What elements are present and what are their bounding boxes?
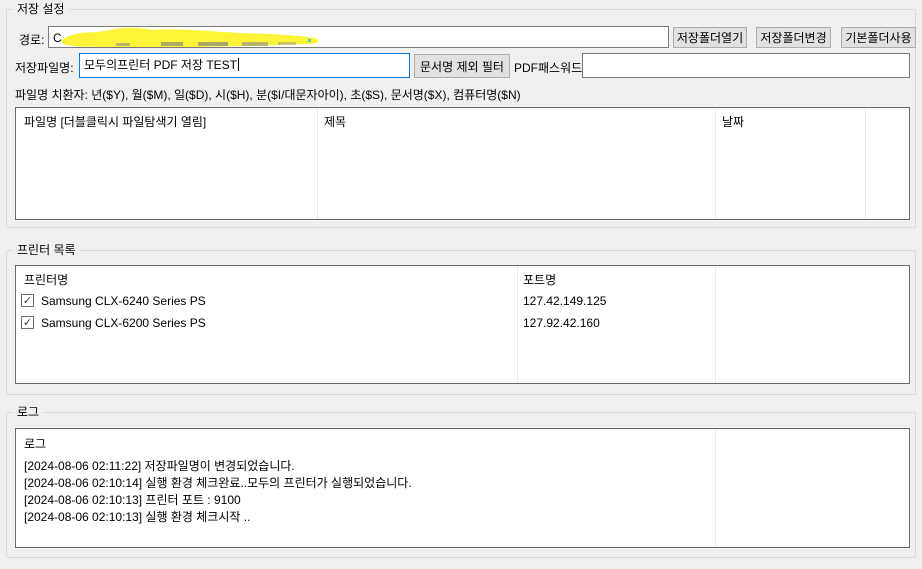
log-entry: [2024-08-06 02:10:13] 프린터 포트 : 9100: [24, 493, 241, 507]
filename-label: 저장파일명:: [15, 61, 74, 75]
pdf-password-label: PDF패스워드:: [514, 61, 586, 75]
printer-name: Samsung CLX-6200 Series PS: [41, 316, 206, 330]
printer-list-header-name[interactable]: 프린터명: [24, 271, 68, 288]
text-caret: [238, 58, 239, 71]
printer-checkbox-checked[interactable]: ✓: [21, 294, 34, 307]
printer-port: 127.42.149.125: [523, 294, 607, 308]
save-settings-group-title: 저장 설정: [13, 2, 69, 17]
open-save-folder-button[interactable]: 저장폴더열기: [673, 27, 747, 48]
file-list-header-title[interactable]: 제목: [324, 113, 346, 130]
file-list-header-filename[interactable]: 파일명 [더블클릭시 파일탐색기 열림]: [24, 113, 206, 130]
printer-list-group: 프린터 목록 프린터명 포트명 ✓ Samsung CLX-6240 Serie…: [6, 243, 916, 395]
column-separator: [865, 108, 866, 219]
printer-checkbox-checked[interactable]: ✓: [21, 316, 34, 329]
column-separator: [715, 429, 716, 547]
printer-name: Samsung CLX-6240 Series PS: [41, 294, 206, 308]
app-window: 저장 설정 경로: C 저장폴더열기 저장폴더변경 기본폴더사용 저장파일명: …: [0, 0, 922, 569]
log-list[interactable]: 로그 [2024-08-06 02:11:22] 저장파일명이 변경되었습니다.…: [15, 428, 910, 548]
log-list-header[interactable]: 로그: [24, 435, 46, 452]
filename-value: 모두의프린터 PDF 저장 TEST: [84, 58, 237, 72]
path-label: 경로:: [19, 33, 45, 47]
log-entry: [2024-08-06 02:10:13] 실행 환경 체크시작 ..: [24, 510, 251, 524]
change-save-folder-button[interactable]: 저장폴더변경: [756, 27, 831, 48]
log-entry: [2024-08-06 02:10:14] 실행 환경 체크완료..모두의 프린…: [24, 476, 412, 490]
printer-list-header-port[interactable]: 포트명: [523, 271, 556, 288]
saved-files-list[interactable]: 파일명 [더블클릭시 파일탐색기 열림] 제목 날짜: [15, 107, 910, 220]
save-settings-group: 저장 설정 경로: C 저장폴더열기 저장폴더변경 기본폴더사용 저장파일명: …: [6, 2, 916, 228]
printer-port: 127.92.42.160: [523, 316, 600, 330]
column-separator: [715, 108, 716, 219]
use-default-folder-button[interactable]: 기본폴더사용: [841, 27, 916, 48]
printer-row[interactable]: ✓ Samsung CLX-6200 Series PS 127.92.42.1…: [16, 313, 909, 335]
doc-name-filter-button[interactable]: 문서명 제외 필터: [414, 54, 510, 78]
log-entry: [2024-08-06 02:11:22] 저장파일명이 변경되었습니다.: [24, 459, 295, 473]
log-group-title: 로그: [13, 405, 44, 420]
printer-list[interactable]: 프린터명 포트명 ✓ Samsung CLX-6240 Series PS 12…: [15, 265, 910, 384]
filename-input[interactable]: 모두의프린터 PDF 저장 TEST: [79, 53, 410, 78]
printer-list-group-title: 프린터 목록: [13, 243, 80, 258]
path-input[interactable]: C: [48, 26, 669, 48]
yellow-redaction-marker: [61, 27, 319, 47]
filename-placeholder-hint: 파일명 치환자: 년($Y), 월($M), 일($D), 시($H), 분($…: [15, 88, 521, 102]
column-separator: [317, 108, 318, 219]
log-group: 로그 로그 [2024-08-06 02:11:22] 저장파일명이 변경되었습…: [6, 405, 916, 558]
file-list-header-date[interactable]: 날짜: [722, 113, 744, 130]
pdf-password-input[interactable]: [582, 53, 910, 78]
printer-row[interactable]: ✓ Samsung CLX-6240 Series PS 127.42.149.…: [16, 291, 909, 313]
